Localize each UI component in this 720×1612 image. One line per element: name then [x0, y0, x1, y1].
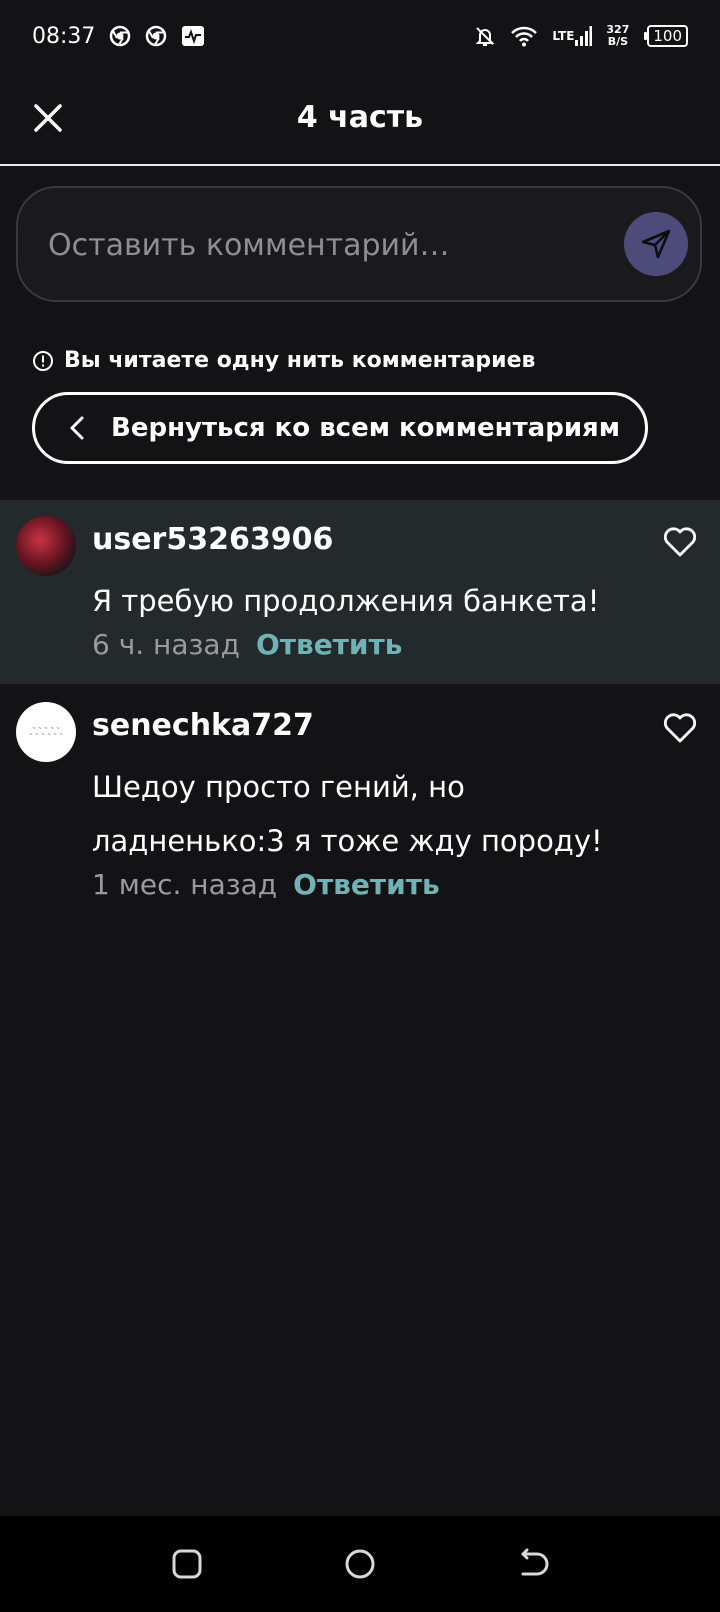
header: 4 часть: [0, 80, 720, 166]
chrome-icon: [145, 25, 167, 47]
recents-icon: [172, 1549, 202, 1579]
comment-time: 6 ч. назад: [92, 628, 240, 661]
send-icon: [641, 229, 671, 259]
comment-input[interactable]: [46, 188, 610, 302]
comment-item: ~ ~ ~ ~ ~ ~ ~ ~ ~ ~ ~ senechka727 Шедоу …: [0, 686, 720, 916]
status-time: 08:37: [32, 23, 96, 49]
comment-meta: 6 ч. назад Ответить: [92, 628, 402, 661]
comment-username[interactable]: senechka727: [92, 708, 314, 743]
avatar[interactable]: [16, 516, 76, 576]
back-to-all-comments-button[interactable]: Вернуться ко всем комментариям: [32, 392, 648, 464]
chevron-left-icon: [69, 415, 85, 441]
info-icon: [33, 350, 53, 371]
avatar-scribble: ~ ~ ~ ~ ~ ~: [29, 732, 63, 738]
home-button[interactable]: [340, 1544, 380, 1584]
back-button[interactable]: [513, 1544, 553, 1584]
home-icon: [345, 1549, 375, 1579]
comment-time: 1 мес. назад: [92, 868, 278, 901]
reply-button[interactable]: Ответить: [256, 628, 403, 661]
page-title: 4 часть: [296, 100, 424, 135]
comment-username[interactable]: user53263906: [92, 522, 333, 557]
network-type: LTE: [552, 29, 575, 43]
chrome-icon: [109, 25, 131, 47]
heart-icon[interactable]: [662, 710, 698, 746]
send-button[interactable]: [624, 212, 688, 276]
recents-button[interactable]: [167, 1544, 207, 1584]
comment-meta: 1 мес. назад Ответить: [92, 868, 440, 901]
avatar[interactable]: ~ ~ ~ ~ ~ ~ ~ ~ ~ ~ ~: [16, 702, 76, 762]
status-bar: 08:37 LTE 327 B/S 100: [0, 0, 720, 72]
heart-icon[interactable]: [662, 524, 698, 560]
net-speed-unit: B/S: [607, 35, 629, 48]
back-to-all-comments-label: Вернуться ко всем комментариям: [111, 413, 621, 443]
back-icon: [521, 1548, 549, 1576]
thread-notice: Вы читаете одну нить комментариев: [32, 348, 535, 373]
net-speed: 327 B/S: [606, 24, 629, 48]
battery-level: 100: [653, 27, 682, 45]
activity-icon: [181, 25, 205, 47]
battery-icon: 100: [644, 25, 688, 47]
comment-input-container: [16, 186, 702, 302]
thread-notice-text: Вы читаете одну нить комментариев: [64, 348, 536, 373]
status-left: 08:37: [32, 24, 205, 49]
comment-text: Шедоу просто гений, но ладненько:3 я тож…: [92, 770, 603, 858]
system-nav-bar: [0, 1516, 720, 1612]
wifi-icon: [510, 25, 538, 47]
bell-off-icon: [474, 25, 496, 47]
comment-item: user53263906 Я требую продолжения банкет…: [0, 500, 720, 684]
reply-button[interactable]: Ответить: [293, 868, 440, 901]
comment-text: Я требую продолжения банкета!: [92, 584, 600, 618]
status-right: LTE 327 B/S 100: [474, 24, 688, 48]
signal-icon: LTE: [552, 26, 593, 46]
